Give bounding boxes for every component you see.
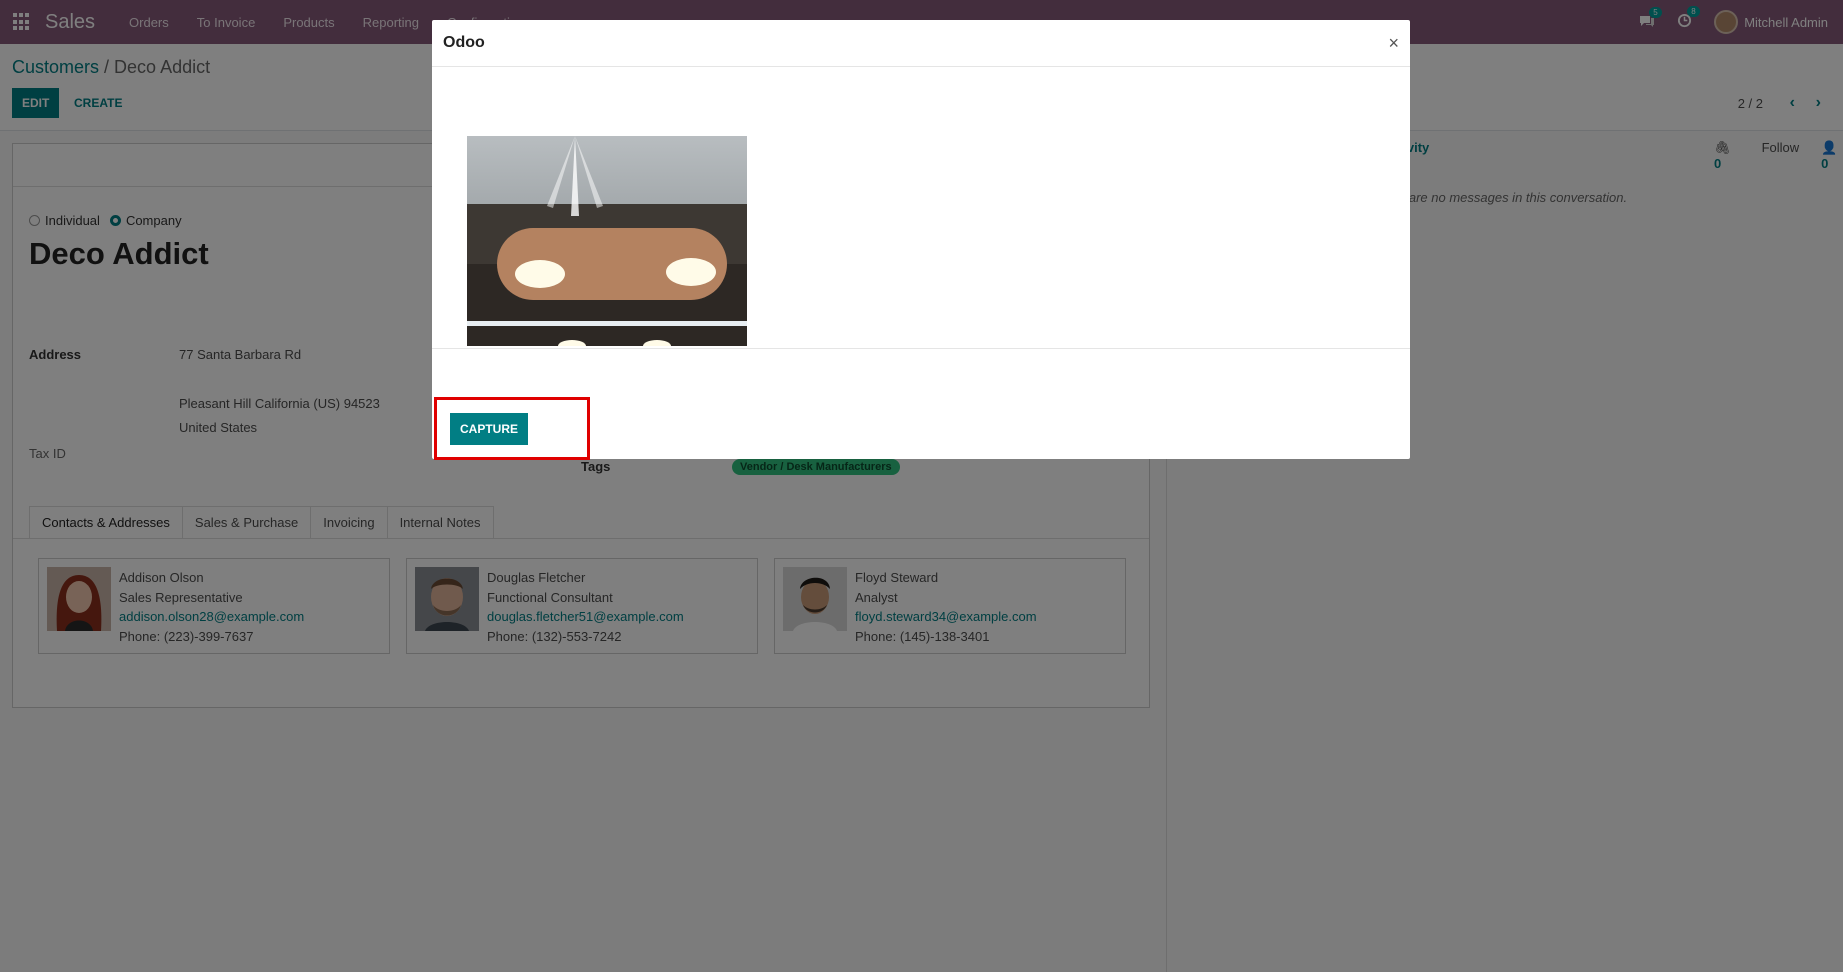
modal-title: Odoo xyxy=(443,34,485,51)
modal-body xyxy=(432,68,1410,349)
highlight-box xyxy=(434,397,590,460)
webcam-dialog: Odoo × xyxy=(432,20,1410,459)
modal-header: Odoo × xyxy=(432,20,1410,67)
close-icon[interactable]: × xyxy=(1388,33,1399,54)
webcam-preview xyxy=(467,136,747,346)
